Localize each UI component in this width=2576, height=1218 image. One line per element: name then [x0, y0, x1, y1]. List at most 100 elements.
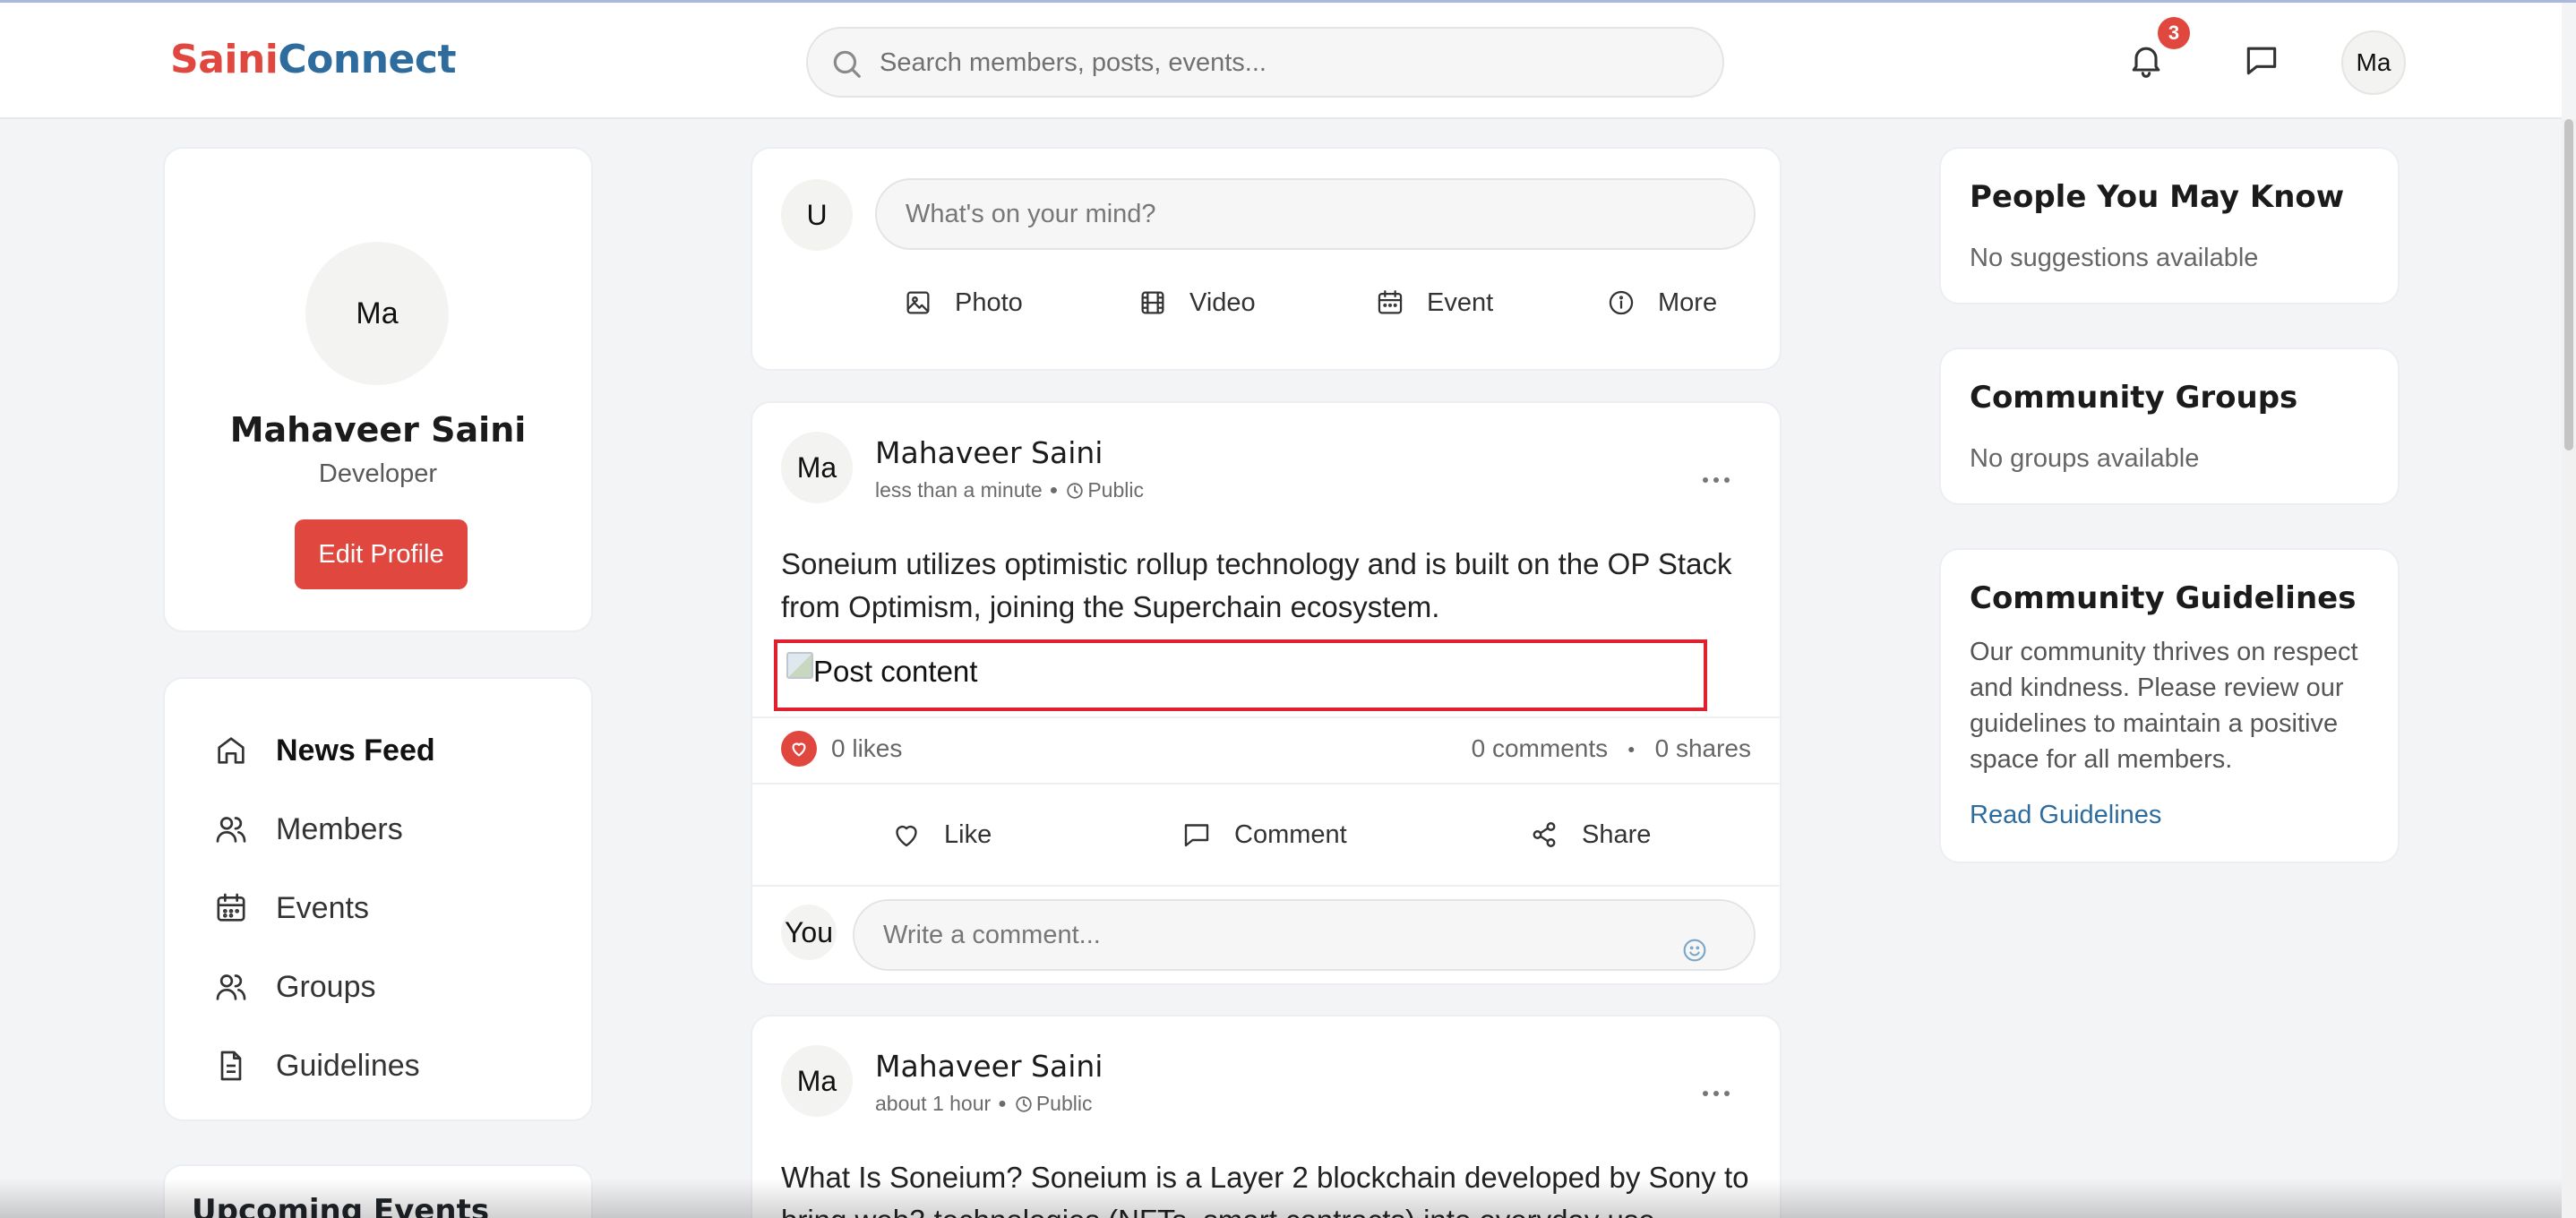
sidebar-item-members[interactable]: Members [213, 802, 403, 856]
post-composer: U Photo Video Event More [751, 147, 1782, 371]
post-author-avatar[interactable]: Ma [781, 432, 853, 503]
site-logo[interactable]: SainiConnect [170, 37, 456, 82]
clock-icon [1067, 482, 1084, 499]
post-time: about 1 hour [875, 1092, 992, 1115]
comment-label: Comment [1234, 819, 1347, 849]
share-button[interactable]: Share [1528, 815, 1651, 854]
sidebar-item-label: News Feed [276, 733, 435, 768]
comment-avatar: You [781, 905, 837, 960]
post-text: Soneium utilizes optimistic rollup techn… [781, 547, 1732, 623]
sidebar-item-guidelines[interactable]: Guidelines [213, 1039, 420, 1093]
document-icon [220, 1051, 242, 1081]
users-icon [216, 817, 246, 843]
post-text: What Is Soneium? Soneium is a Layer 2 bl… [781, 1161, 1749, 1218]
more-options-icon[interactable] [1698, 1085, 1734, 1102]
meta-separator: ● [1049, 482, 1059, 498]
sidebar-item-label: Events [276, 890, 369, 925]
video-button[interactable]: Video [1138, 283, 1256, 322]
people-title: People You May Know [1970, 179, 2345, 215]
shares-count[interactable]: 0 shares [1655, 734, 1751, 763]
image-icon [906, 291, 930, 314]
event-label: Event [1427, 287, 1494, 317]
post-image-alt: Post content [813, 655, 978, 688]
event-button[interactable]: Event [1375, 283, 1493, 322]
profile-avatar: Ma [305, 242, 449, 385]
count-separator: ● [1627, 742, 1636, 756]
edit-profile-button[interactable]: Edit Profile [295, 519, 468, 589]
like-button[interactable]: Like [890, 815, 992, 854]
upcoming-events-card: Upcoming Events [163, 1164, 593, 1218]
film-icon [1141, 291, 1164, 314]
meta-separator: ● [998, 1095, 1007, 1111]
more-options-icon[interactable] [1698, 471, 1734, 489]
sidebar-item-events[interactable]: Events [213, 881, 369, 935]
search-icon [833, 50, 861, 78]
sidebar-item-label: Guidelines [276, 1048, 420, 1083]
user-avatar[interactable]: Ma [2341, 30, 2406, 95]
likes-summary[interactable]: 0 likes [781, 731, 902, 767]
post-author-avatar[interactable]: Ma [781, 1045, 853, 1117]
post-card: Ma Mahaveer Saini less than a minute ● P… [751, 401, 1782, 985]
post-card: Ma Mahaveer Saini about 1 hour ● Public … [751, 1015, 1782, 1218]
people-you-may-know-card: People You May Know No suggestions avail… [1939, 147, 2400, 304]
sidebar-item-label: Groups [276, 969, 376, 1004]
post-meta: about 1 hour ● Public [875, 1092, 1093, 1116]
profile-card: Ma Mahaveer Saini Developer Edit Profile [163, 147, 593, 632]
photo-button[interactable]: Photo [903, 283, 1023, 322]
notification-badge: 3 [2158, 17, 2190, 49]
message-icon[interactable] [2242, 40, 2281, 80]
video-label: Video [1189, 287, 1256, 317]
profile-name: Mahaveer Saini [229, 410, 527, 450]
heart-icon [896, 825, 917, 847]
like-label: Like [944, 819, 992, 849]
post-time: less than a minute [875, 478, 1043, 502]
divider [752, 783, 1780, 785]
scrollbar-thumb[interactable] [2564, 119, 2573, 450]
composer-input[interactable] [875, 178, 1756, 250]
people-empty-text: No suggestions available [1970, 244, 2259, 272]
community-guidelines-card: Community Guidelines Our community thriv… [1939, 548, 2400, 863]
logo-saini: Saini [170, 37, 279, 82]
calendar-icon [1378, 290, 1403, 314]
divider [752, 885, 1780, 887]
profile-role: Developer [318, 459, 438, 488]
share-icon [1533, 822, 1556, 847]
more-label: More [1658, 287, 1718, 317]
likes-count: 0 likes [831, 734, 903, 762]
post-author-name[interactable]: Mahaveer Saini [875, 1049, 1103, 1084]
share-label: Share [1582, 819, 1652, 849]
post-image[interactable]: Post content [774, 639, 1707, 711]
post-meta: less than a minute ● Public [875, 478, 1144, 502]
post-visibility: Public [1035, 1092, 1093, 1115]
top-navbar: SainiConnect 3 Ma [0, 3, 2562, 119]
community-groups-card: Community Groups No groups available [1939, 347, 2400, 505]
comment-icon [1184, 824, 1209, 847]
sidebar-item-news-feed[interactable]: News Feed [213, 724, 435, 777]
sidebar-item-groups[interactable]: Groups [213, 960, 376, 1014]
engagement-counts: 0 comments ● 0 shares [1472, 734, 1751, 763]
sidebar-item-label: Members [276, 811, 403, 846]
photo-label: Photo [955, 287, 1023, 317]
post-author-name[interactable]: Mahaveer Saini [875, 435, 1103, 470]
emoji-icon[interactable] [1680, 936, 1709, 965]
upcoming-events-title: Upcoming Events [192, 1193, 490, 1218]
comments-count[interactable]: 0 comments [1472, 734, 1609, 763]
groups-empty-text: No groups available [1970, 444, 2200, 473]
bell-icon[interactable] [2126, 40, 2166, 80]
page-scrollbar[interactable] [2562, 119, 2576, 1218]
clock-icon [1016, 1095, 1032, 1112]
search-input[interactable] [880, 41, 1686, 84]
read-guidelines-link[interactable]: Read Guidelines [1970, 801, 2161, 830]
guidelines-title: Community Guidelines [1970, 580, 2357, 616]
composer-avatar: U [781, 179, 853, 251]
more-button[interactable]: More [1606, 283, 1717, 322]
calendar-icon [217, 893, 245, 922]
divider [752, 716, 1780, 718]
groups-title: Community Groups [1970, 380, 2298, 416]
comment-input[interactable] [853, 899, 1756, 971]
post-visibility: Public [1087, 478, 1144, 502]
logo-connect: Connect [278, 37, 456, 82]
info-icon [1609, 290, 1634, 315]
sidebar-nav: News Feed Members Events Groups Guidelin… [163, 677, 593, 1121]
comment-button[interactable]: Comment [1181, 815, 1347, 854]
